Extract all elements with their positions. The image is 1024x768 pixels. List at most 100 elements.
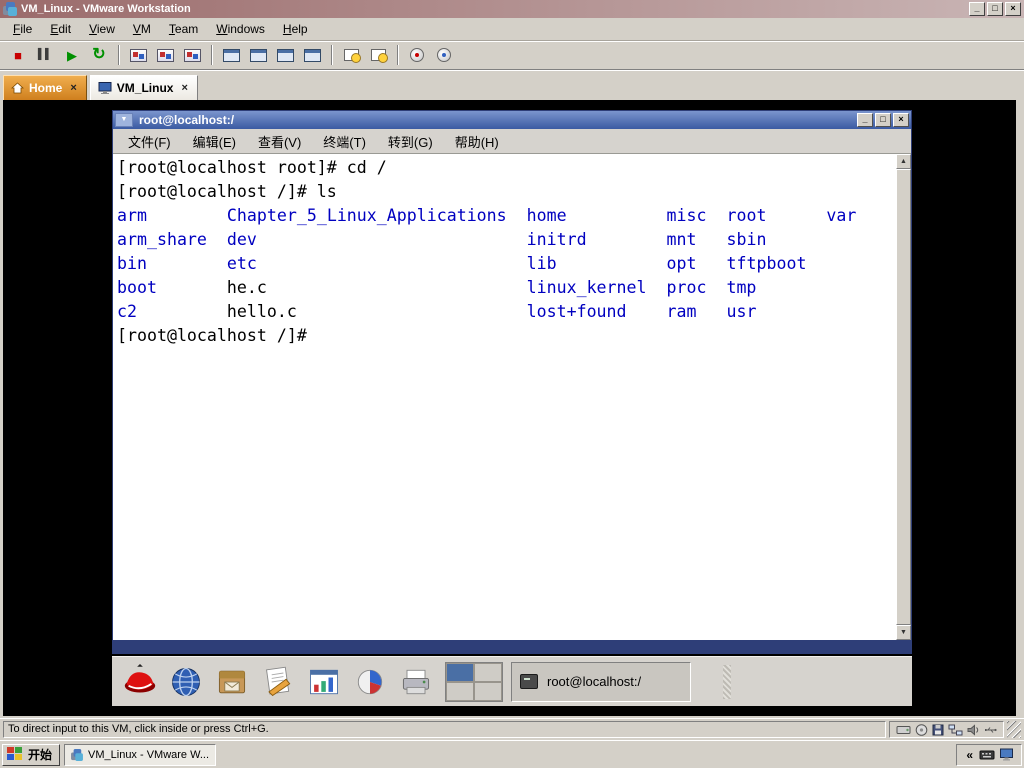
home-icon xyxy=(11,82,24,94)
toolbar-separator xyxy=(331,45,333,65)
web-browser-launcher[interactable] xyxy=(163,659,209,705)
quick-switch-button[interactable] xyxy=(245,43,271,67)
panel-drag-handle[interactable] xyxy=(723,664,731,699)
terminal-line: [root@localhost root]# cd / xyxy=(117,158,387,177)
terminal-minimize-button[interactable]: _ xyxy=(857,113,873,127)
terminal-close-button[interactable]: × xyxy=(893,113,909,127)
minimize-button[interactable]: _ xyxy=(969,2,985,16)
menu-vm[interactable]: VM xyxy=(124,19,160,39)
menu-view[interactable]: View xyxy=(80,19,124,39)
terminal-titlebar[interactable]: ▼ root@localhost:/ _ □ × xyxy=(113,111,911,129)
close-button[interactable]: × xyxy=(1005,2,1021,16)
resize-grip[interactable] xyxy=(1007,721,1021,738)
tab-home[interactable]: Home × xyxy=(3,75,87,100)
vmware-workstation-window: VM_Linux - VMware Workstation _ □ × File… xyxy=(0,0,1024,768)
tab-vm-linux[interactable]: VM_Linux × xyxy=(89,75,198,100)
scroll-down-icon[interactable]: ▼ xyxy=(896,625,911,640)
terminal-body[interactable]: [root@localhost root]# cd / [root@localho… xyxy=(113,154,911,640)
workspace-1[interactable] xyxy=(446,662,474,682)
vm-monitor-icon xyxy=(98,82,112,94)
maximize-button[interactable]: □ xyxy=(987,2,1003,16)
power-off-icon: ■ xyxy=(14,47,22,63)
windows-taskbar: 开始 VM_Linux - VMware W... « xyxy=(0,740,1024,768)
workspace-4[interactable] xyxy=(474,681,502,701)
terminal-window-menu-icon[interactable]: ▼ xyxy=(115,113,133,127)
tab-vm-linux-close-icon[interactable]: × xyxy=(179,83,189,94)
tab-home-close-icon[interactable]: × xyxy=(68,83,78,94)
workspace-3[interactable] xyxy=(446,681,474,701)
ethernet-icon[interactable] xyxy=(948,724,963,736)
suspend-button[interactable]: ▌▌ xyxy=(32,43,58,67)
keyboard-ime-icon[interactable] xyxy=(979,748,995,761)
globe-icon xyxy=(172,667,200,696)
summary-view-icon xyxy=(276,48,294,62)
menu-help[interactable]: Help xyxy=(274,19,317,39)
terminal-scrollbar[interactable]: ▲ ▼ xyxy=(896,154,911,640)
bar-chart-icon xyxy=(310,669,338,694)
fullscreen-icon xyxy=(222,48,240,62)
menu-edit[interactable]: Edit xyxy=(41,19,80,39)
capture-screen-button[interactable] xyxy=(338,43,364,67)
toolbar-separator xyxy=(118,45,120,65)
terminal-line: bin etc lib opt tftpboot xyxy=(117,254,807,273)
start-button[interactable]: 开始 xyxy=(2,743,61,766)
scrollbar-thumb[interactable] xyxy=(896,169,911,625)
redhat-menu-button[interactable] xyxy=(117,659,163,705)
terminal-icon xyxy=(520,674,538,689)
tray-collapse-icon[interactable]: « xyxy=(962,748,977,762)
scroll-up-icon[interactable]: ▲ xyxy=(896,154,911,169)
console-view-icon xyxy=(303,48,321,62)
install-tools-button[interactable] xyxy=(404,43,430,67)
floppy-icon[interactable] xyxy=(932,724,944,736)
document-pen-icon xyxy=(266,666,291,696)
snapshot-manager-button[interactable] xyxy=(179,43,205,67)
status-message: To direct input to this VM, click inside… xyxy=(3,721,886,738)
window-list-label: root@localhost:/ xyxy=(547,674,642,689)
harddisk-icon[interactable] xyxy=(896,724,911,736)
menu-windows[interactable]: Windows xyxy=(207,19,274,39)
cdrom-icon[interactable] xyxy=(915,723,928,736)
reset-button[interactable]: ↻ xyxy=(86,43,112,67)
terminal-menu-file[interactable]: 文件(F) xyxy=(117,132,182,151)
menu-team[interactable]: Team xyxy=(160,19,207,39)
workspace-switcher xyxy=(445,661,503,702)
terminal-line: [root@localhost /]# ls xyxy=(117,182,337,201)
power-off-button[interactable]: ■ xyxy=(5,43,31,67)
summary-view-button[interactable] xyxy=(272,43,298,67)
vmware-app-icon xyxy=(3,2,17,16)
workspace-2[interactable] xyxy=(474,662,502,682)
capture-movie-button[interactable] xyxy=(365,43,391,67)
terminal-menu-help[interactable]: 帮助(H) xyxy=(444,132,510,151)
terminal-line: arm_share dev initrd mnt sbin xyxy=(117,230,767,249)
console-view-button[interactable] xyxy=(299,43,325,67)
menu-file[interactable]: File xyxy=(4,19,41,39)
terminal-bottom-border xyxy=(113,640,911,653)
power-on-button[interactable]: ▶ xyxy=(59,43,85,67)
terminal-maximize-button[interactable]: □ xyxy=(875,113,891,127)
terminal-menu-go[interactable]: 转到(G) xyxy=(377,132,444,151)
terminal-title: root@localhost:/ xyxy=(139,113,235,127)
evolution-mail-launcher[interactable] xyxy=(209,659,255,705)
writer-launcher[interactable] xyxy=(255,659,301,705)
printer-launcher[interactable] xyxy=(393,659,439,705)
terminal-menu-edit[interactable]: 编辑(E) xyxy=(182,132,247,151)
usb-icon[interactable] xyxy=(984,724,997,736)
snapshot-take-button[interactable] xyxy=(125,43,151,67)
terminal-menu-view[interactable]: 查看(V) xyxy=(247,132,312,151)
quick-switch-icon xyxy=(249,48,267,62)
snapshot-revert-button[interactable] xyxy=(152,43,178,67)
power-on-icon: ▶ xyxy=(67,47,77,63)
taskbar-task-vmware[interactable]: VM_Linux - VMware W... xyxy=(64,743,217,766)
fullscreen-button[interactable] xyxy=(218,43,244,67)
terminal-menu-terminal[interactable]: 终端(T) xyxy=(312,132,377,151)
impress-launcher[interactable] xyxy=(347,659,393,705)
system-tray: « xyxy=(956,743,1022,766)
sound-icon[interactable] xyxy=(967,723,980,736)
install-tools-icon xyxy=(410,48,424,62)
help-button[interactable] xyxy=(431,43,457,67)
calc-launcher[interactable] xyxy=(301,659,347,705)
window-list-button[interactable]: root@localhost:/ xyxy=(511,661,691,702)
capture-screen-icon xyxy=(343,49,361,63)
vm-guest-screen[interactable]: ▼ root@localhost:/ _ □ × 文件(F) 编辑(E) 查看(… xyxy=(112,105,912,706)
display-tray-icon[interactable] xyxy=(999,748,1014,761)
